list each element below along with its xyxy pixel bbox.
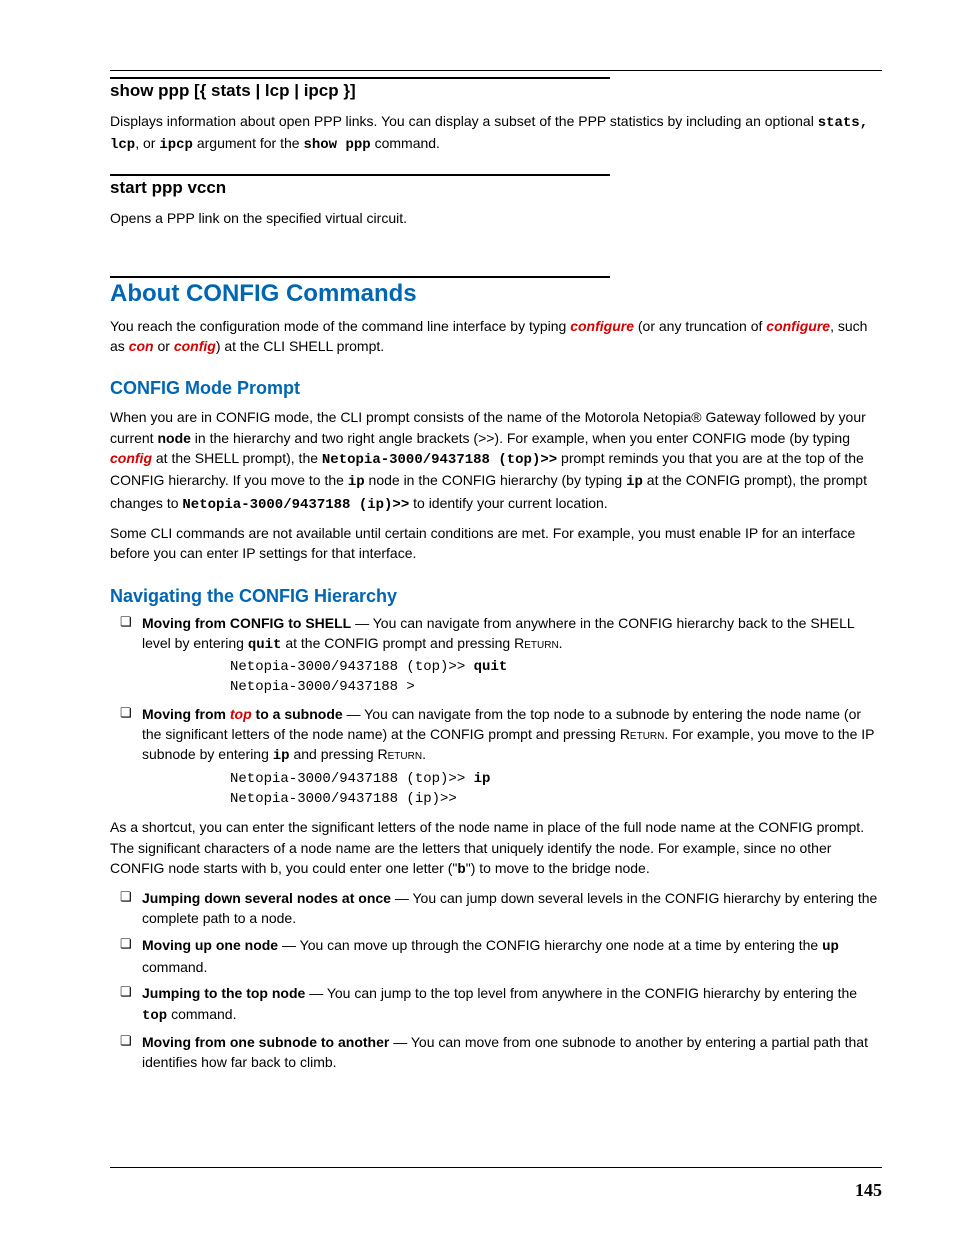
text: ) at the CLI SHELL prompt. [216, 338, 384, 354]
text: , or [135, 135, 159, 151]
text: at the CONFIG prompt and pressing [281, 635, 514, 651]
nav-list-2: Jumping down several nodes at once — You… [120, 888, 882, 1072]
kw-con: con [129, 338, 154, 354]
nav-list: Moving from CONFIG to SHELL — You can na… [120, 613, 882, 810]
text: in the hierarchy and two right angle bra… [191, 430, 850, 446]
li-bold: Jumping to the top node [142, 985, 305, 1001]
kw-top: top [230, 706, 252, 722]
prompt-ip: Netopia-3000/9437188 (ip)>> [182, 497, 409, 513]
text: command. [371, 135, 440, 151]
text: or [154, 338, 174, 354]
top-rule [110, 70, 882, 71]
text: — You can move up through the CONFIG hie… [278, 937, 822, 953]
text: . [559, 635, 563, 651]
text: — You can jump to the top level from any… [305, 985, 857, 1001]
accent-rule [110, 276, 610, 278]
text: Displays information about open PPP link… [110, 113, 818, 129]
prompt-top: Netopia-3000/9437188 (top)>> [322, 452, 557, 468]
text: and pressing [290, 746, 378, 762]
cmd-start-ppp-title: start ppp vccn [110, 178, 882, 198]
cmd-show-ppp-title: show ppp [{ stats | lcp | ipcp }] [110, 81, 882, 101]
quit-cmd: quit [248, 637, 282, 653]
kw-config: config [174, 338, 216, 354]
kw-configure: configure [570, 318, 634, 334]
accent-rule [110, 77, 610, 79]
text: command. [142, 959, 207, 975]
li-bold: Moving up one node [142, 937, 278, 953]
codeblock-ip: Netopia-3000/9437188 (top)>> ip Netopia-… [230, 769, 882, 810]
accent-rule [110, 174, 610, 176]
list-item-subnode-to-another: Moving from one subnode to another — You… [120, 1032, 882, 1073]
text: . [422, 746, 426, 762]
node-bold: node [157, 430, 190, 446]
li-bold: Jumping down several nodes at once [142, 890, 391, 906]
top-cmd: top [142, 1008, 167, 1024]
text: to identify your current location. [409, 495, 607, 511]
list-item-move-up: Moving up one node — You can move up thr… [120, 935, 882, 978]
ip-node: ip [348, 474, 365, 490]
li-bold: Moving from one subnode to another [142, 1034, 389, 1050]
ip-cmd: ip [273, 748, 290, 764]
arg-ipcp: ipcp [159, 137, 193, 153]
list-item-top-to-subnode: Moving from top to a subnode — You can n… [120, 704, 882, 809]
arg-show-ppp: show ppp [303, 137, 370, 153]
cmd-start-ppp-desc: Opens a PPP link on the specified virtua… [110, 208, 882, 228]
b-letter: b [457, 862, 465, 878]
list-item-config-to-shell: Moving from CONFIG to SHELL — You can na… [120, 613, 882, 698]
text: argument for the [193, 135, 304, 151]
up-cmd: up [822, 939, 839, 955]
navigating-heading: Navigating the CONFIG Hierarchy [110, 586, 882, 607]
config-mode-prompt-para1: When you are in CONFIG mode, the CLI pro… [110, 407, 882, 514]
config-mode-prompt-para2: Some CLI commands are not available unti… [110, 523, 882, 564]
text: node in the CONFIG hierarchy (by typing [365, 472, 626, 488]
config-mode-prompt-heading: CONFIG Mode Prompt [110, 378, 882, 399]
text: command. [167, 1006, 236, 1022]
text: ") to move to the bridge node. [466, 860, 650, 876]
ip-cmd: ip [626, 474, 643, 490]
bottom-rule [110, 1167, 882, 1168]
cmd-show-ppp-desc: Displays information about open PPP link… [110, 111, 882, 156]
shortcut-para: As a shortcut, you can enter the signifi… [110, 817, 882, 880]
page-number: 145 [855, 1180, 882, 1201]
page: show ppp [{ stats | lcp | ipcp }] Displa… [0, 0, 954, 1235]
return-key: Return [514, 635, 559, 651]
text: at the SHELL prompt), the [152, 450, 322, 466]
kw-config: config [110, 450, 152, 466]
kw-configure: configure [766, 318, 830, 334]
about-config-para: You reach the configuration mode of the … [110, 316, 882, 357]
return-key: Return [620, 726, 665, 742]
list-item-jump-down: Jumping down several nodes at once — You… [120, 888, 882, 929]
return-key: Return [378, 746, 423, 762]
li-bold: Moving from CONFIG to SHELL [142, 615, 351, 631]
about-config-heading: About CONFIG Commands [110, 280, 882, 308]
text: (or any truncation of [634, 318, 766, 334]
li-bold: Moving from top to a subnode [142, 706, 343, 722]
list-item-jump-top: Jumping to the top node — You can jump t… [120, 983, 882, 1026]
text: You reach the configuration mode of the … [110, 318, 570, 334]
codeblock-quit: Netopia-3000/9437188 (top)>> quit Netopi… [230, 657, 882, 698]
